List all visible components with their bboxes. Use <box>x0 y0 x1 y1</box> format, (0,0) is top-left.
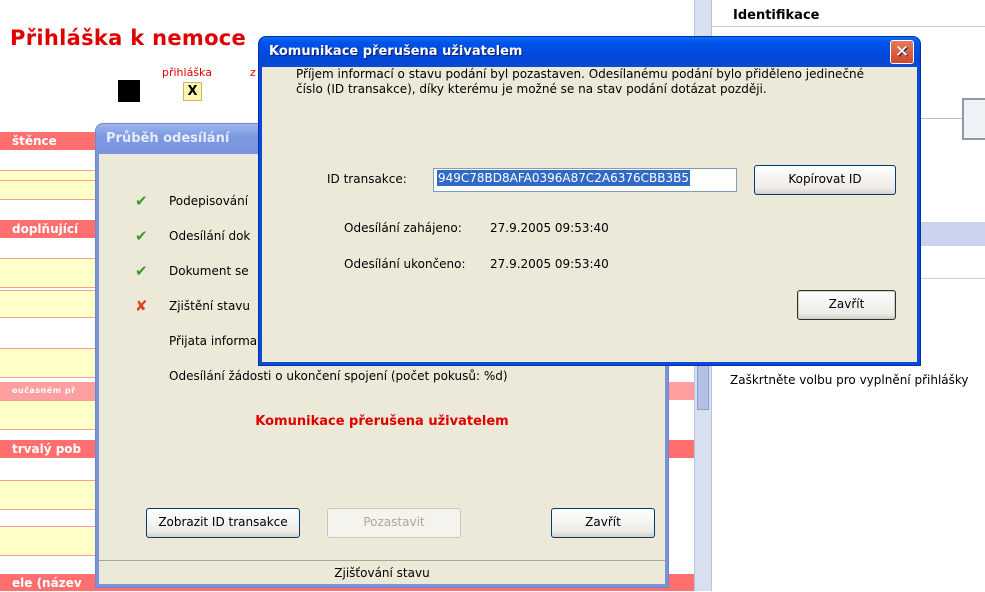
step-label: Odesílání dok <box>169 229 251 243</box>
sending-started-value: 27.9.2005 09:53:40 <box>490 221 609 235</box>
dialog-title: Komunikace přerušena uživatelem <box>269 44 523 59</box>
section-label: oučasném př <box>12 386 76 395</box>
form-field[interactable] <box>0 526 96 556</box>
close-button[interactable]: Zavřít <box>551 508 655 538</box>
progress-dialog-title: Průběh odesílání <box>106 131 230 146</box>
form-title: Přihláška k nemoce <box>10 26 247 50</box>
x-checkbox[interactable]: X <box>183 82 202 101</box>
section-label: trvalý pob <box>12 442 82 456</box>
check-icon: ✔ <box>135 192 148 210</box>
form-field[interactable] <box>0 290 96 318</box>
right-panel-hint: Zaškrtněte volbu pro vyplnění přihlášky <box>730 373 969 387</box>
form-field[interactable] <box>0 400 96 430</box>
divider <box>918 118 962 119</box>
sending-ended-value: 27.9.2005 09:53:40 <box>490 257 609 271</box>
step-label: Přijata informa <box>169 334 258 348</box>
black-checkbox[interactable] <box>118 80 140 102</box>
transaction-id-field[interactable]: 949C78BD8AFA0396A87C2A6376CBB3B5 <box>433 168 737 192</box>
step-label: Odesílání žádosti o ukončení spojení (po… <box>169 369 508 383</box>
check-icon: ✔ <box>135 262 148 280</box>
divider <box>712 26 985 27</box>
step-label: Dokument se <box>169 264 249 278</box>
dialog-message: Příjem informací o stavu podání byl poza… <box>296 67 865 96</box>
step-label: Zjištění stavu <box>169 299 250 313</box>
form-field[interactable] <box>0 480 96 510</box>
dialog-titlebar[interactable]: Komunikace přerušena uživatelem ✕ <box>259 37 920 67</box>
communication-interrupted-dialog: Komunikace přerušena uživatelem ✕ Příjem… <box>259 37 920 365</box>
pause-button: Pozastavit <box>327 508 461 538</box>
form-subtitle-prihlaska: přihláška <box>162 66 212 79</box>
document-icon <box>962 98 985 140</box>
form-field[interactable] <box>0 258 96 288</box>
transaction-id-value: 949C78BD8AFA0396A87C2A6376CBB3B5 <box>437 170 691 186</box>
close-icon[interactable]: ✕ <box>890 40 914 64</box>
form-field[interactable] <box>0 180 96 200</box>
form-field[interactable] <box>0 348 96 378</box>
form-subtitle-z: z <box>250 66 256 79</box>
status-message: Komunikace přerušena uživatelem <box>255 414 509 429</box>
section-label: doplňující <box>12 222 79 236</box>
transaction-id-label: ID transakce: <box>327 172 407 186</box>
show-transaction-id-button[interactable]: Zobrazit ID transakce <box>146 508 300 538</box>
section-label: štěnce <box>12 134 57 148</box>
section-label: ele (název <box>12 576 82 590</box>
check-icon: ✔ <box>135 227 148 245</box>
copy-id-button[interactable]: Kopírovat ID <box>754 165 896 195</box>
sending-started-label: Odesílání zahájeno: <box>344 221 462 235</box>
step-label: Podepisování <box>169 194 249 208</box>
cross-icon: ✘ <box>135 297 148 315</box>
scrollbar-thumb[interactable] <box>697 362 709 410</box>
status-bar: Zjišťování stavu <box>99 560 665 584</box>
sending-ended-label: Odesílání ukončeno: <box>344 257 466 271</box>
right-panel-title: Identifikace <box>733 8 820 23</box>
dialog-close-button[interactable]: Zavřít <box>797 290 896 320</box>
